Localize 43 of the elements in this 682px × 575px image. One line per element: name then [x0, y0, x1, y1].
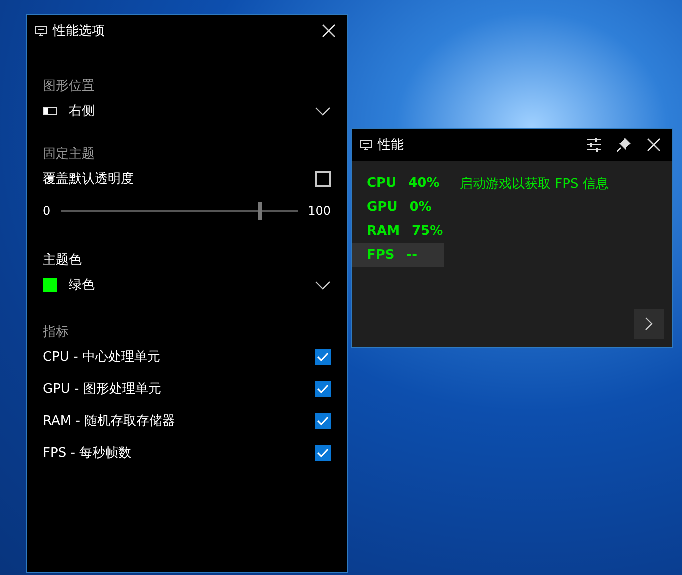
- monitor-icon: [360, 140, 372, 150]
- metric-checkbox[interactable]: [315, 413, 331, 429]
- metric-label: RAM - 随机存取存储器: [43, 413, 177, 430]
- pin-icon: [617, 138, 631, 152]
- widget-title: 性能: [378, 137, 405, 154]
- slider-max-label: 100: [308, 204, 331, 218]
- metric-label: GPU - 图形处理单元: [43, 381, 162, 398]
- metric-checkbox[interactable]: [315, 349, 331, 365]
- slider-min-label: 0: [43, 204, 51, 218]
- checkmark-icon: [317, 352, 329, 362]
- metric-reading: CPU 40%: [366, 174, 441, 192]
- next-button[interactable]: [634, 309, 664, 339]
- monitor-icon: [35, 26, 47, 36]
- color-dropdown[interactable]: 绿色: [43, 269, 331, 301]
- chevron-right-icon: [645, 317, 653, 331]
- sliders-icon: [586, 138, 602, 152]
- close-icon: [322, 24, 336, 38]
- close-icon: [647, 138, 661, 152]
- position-dropdown[interactable]: 右侧: [43, 95, 331, 127]
- metric-reading: RAM 75%: [366, 222, 444, 240]
- checkmark-icon: [317, 416, 329, 426]
- metric-checkbox[interactable]: [315, 445, 331, 461]
- override-checkbox[interactable]: [315, 171, 331, 187]
- slider-thumb[interactable]: [258, 202, 262, 220]
- fps-message: 启动游戏以获取 FPS 信息: [460, 176, 609, 194]
- section-label: 指标: [43, 324, 70, 341]
- metric-label: CPU - 中心处理单元: [43, 349, 162, 366]
- chevron-down-icon: [315, 106, 331, 116]
- section-label: 图形位置: [43, 78, 96, 95]
- metric-label: FPS - 每秒帧数: [43, 445, 133, 462]
- chevron-down-icon: [315, 280, 331, 290]
- checkmark-icon: [317, 448, 329, 458]
- section-label: 固定主题: [43, 146, 96, 163]
- section-label: 主题色: [43, 252, 83, 269]
- metric-checkbox[interactable]: [315, 381, 331, 397]
- metric-reading: FPS --: [352, 243, 444, 267]
- metric-reading: GPU 0%: [366, 198, 433, 216]
- panel-side-icon: [43, 107, 57, 115]
- panel-title: 性能选项: [53, 23, 106, 40]
- dropdown-value: 右侧: [69, 103, 96, 120]
- option-label: 覆盖默认透明度: [43, 171, 135, 188]
- checkmark-icon: [317, 384, 329, 394]
- dropdown-value: 绿色: [69, 277, 96, 294]
